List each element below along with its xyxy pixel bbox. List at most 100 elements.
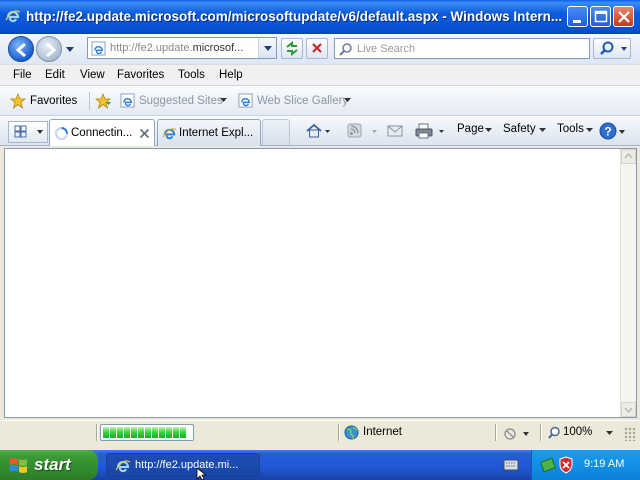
safety-menu-button[interactable]: Safety	[499, 116, 551, 146]
status-divider	[540, 424, 542, 441]
chevron-down-icon	[344, 98, 351, 102]
favorites-button[interactable]: Favorites	[8, 90, 84, 112]
vertical-scrollbar[interactable]	[620, 149, 636, 417]
minimize-icon	[573, 20, 581, 23]
maximize-button[interactable]	[590, 6, 611, 27]
progress-block	[103, 427, 109, 438]
stop-icon	[312, 43, 322, 53]
security-shield-icon[interactable]	[558, 456, 574, 474]
progress-block	[159, 427, 165, 438]
protected-mode-icon[interactable]	[502, 425, 532, 441]
tab-bar: Connectin... Internet Expl... Page Safet…	[0, 116, 640, 146]
arrow-left-icon	[15, 42, 26, 58]
url-domain: microsof...	[192, 42, 244, 54]
tab-label: Connectin...	[71, 127, 133, 139]
search-button[interactable]	[593, 38, 631, 59]
quick-tabs-button[interactable]	[8, 121, 48, 143]
start-button[interactable]: start	[0, 450, 98, 480]
refresh-button[interactable]	[281, 38, 303, 59]
taskbar: start http://fe2.update.mi... 9:19 AM	[0, 450, 640, 480]
progress-block	[166, 427, 172, 438]
tab-connecting[interactable]: Connectin...	[49, 119, 155, 146]
status-divider	[338, 424, 340, 441]
grid-icon	[14, 125, 43, 138]
system-tray: 9:19 AM	[531, 450, 640, 480]
progress-block	[152, 427, 158, 438]
favbar-separator	[89, 92, 90, 110]
suggested-sites-button[interactable]: Suggested Sites	[118, 90, 230, 112]
web-slice-gallery-button[interactable]: Web Slice Gallery	[236, 90, 356, 112]
minimize-button[interactable]	[567, 6, 588, 27]
favorites-label: Favorites	[30, 95, 78, 107]
title-bar[interactable]: http://fe2.update.microsoft.com/microsof…	[0, 0, 640, 34]
zoom-button[interactable]: 100%	[545, 421, 615, 445]
menu-favorites[interactable]: Favorites	[117, 69, 164, 81]
ie-page-icon	[238, 93, 253, 108]
svg-text:?: ?	[604, 125, 611, 139]
print-icon[interactable]	[414, 122, 448, 140]
chevron-down-icon	[606, 431, 613, 435]
clock: 9:19 AM	[584, 458, 625, 470]
tools-menu-label: Tools	[557, 123, 584, 135]
progress-block	[173, 427, 179, 438]
stop-button[interactable]	[306, 38, 328, 59]
menu-help[interactable]: Help	[219, 69, 243, 81]
read-mail-icon[interactable]	[386, 122, 406, 140]
add-to-favorites-bar-icon[interactable]	[95, 93, 112, 110]
menu-file[interactable]: File	[13, 69, 32, 81]
chevron-down-icon	[539, 128, 546, 132]
forward-button[interactable]	[36, 36, 62, 62]
address-bar[interactable]: http://fe2.update.microsof...	[87, 37, 277, 59]
menu-edit[interactable]: Edit	[45, 69, 65, 81]
security-zone-label: Internet	[363, 426, 402, 438]
feeds-icon[interactable]	[346, 122, 380, 140]
menu-view[interactable]: View	[80, 69, 105, 81]
arrow-right-icon	[46, 42, 57, 58]
zoom-level: 100%	[563, 426, 593, 438]
progress-block	[124, 427, 130, 438]
loading-spinner-icon	[55, 127, 68, 140]
search-box[interactable]: Live Search	[334, 38, 590, 59]
close-icon	[618, 11, 630, 23]
close-tab-icon[interactable]	[139, 128, 150, 139]
chevron-up-icon	[624, 152, 633, 159]
close-button[interactable]	[613, 6, 634, 27]
mouse-cursor-icon	[196, 468, 208, 480]
loading-progress-bar	[100, 424, 194, 441]
url-prefix: http://fe2.update.	[110, 42, 193, 54]
search-icon	[339, 43, 352, 56]
address-text[interactable]: http://fe2.update.microsof...	[110, 42, 255, 54]
address-dropdown-button[interactable]	[258, 38, 276, 58]
progress-block	[110, 427, 116, 438]
window-title: http://fe2.update.microsoft.com/microsof…	[26, 9, 563, 24]
chevron-down-icon	[586, 128, 593, 132]
resize-grip[interactable]	[624, 427, 636, 441]
scroll-down-button[interactable]	[621, 402, 636, 417]
windows-logo-icon	[10, 458, 27, 473]
progress-block	[131, 427, 137, 438]
page-menu-label: Page	[457, 123, 484, 135]
progress-block	[138, 427, 144, 438]
menu-tools[interactable]: Tools	[178, 69, 205, 81]
taskbar-button-label: http://fe2.update.mi...	[135, 459, 239, 471]
chevron-down-icon	[264, 46, 272, 51]
tab-label: Internet Expl...	[179, 127, 254, 139]
scroll-up-button[interactable]	[621, 149, 636, 164]
network-icon[interactable]	[540, 457, 556, 473]
recent-pages-dropdown-icon[interactable]	[64, 43, 76, 55]
tab-internet-explorer[interactable]: Internet Expl...	[157, 119, 261, 146]
new-tab-button[interactable]	[262, 119, 290, 145]
chevron-down-icon	[220, 98, 227, 102]
search-placeholder: Live Search	[357, 43, 416, 55]
star-icon	[10, 93, 26, 109]
tools-menu-button[interactable]: Tools	[554, 116, 596, 146]
home-icon[interactable]	[305, 122, 331, 140]
keyboard-icon[interactable]	[503, 458, 519, 472]
page-content[interactable]	[4, 148, 637, 418]
status-bar: Internet 100%	[0, 420, 640, 444]
progress-block	[180, 427, 186, 438]
back-button[interactable]	[8, 36, 34, 62]
page-menu-button[interactable]: Page	[452, 116, 496, 146]
taskbar-button-ie[interactable]: http://fe2.update.mi...	[106, 453, 260, 477]
help-icon[interactable]: ?	[599, 121, 629, 141]
